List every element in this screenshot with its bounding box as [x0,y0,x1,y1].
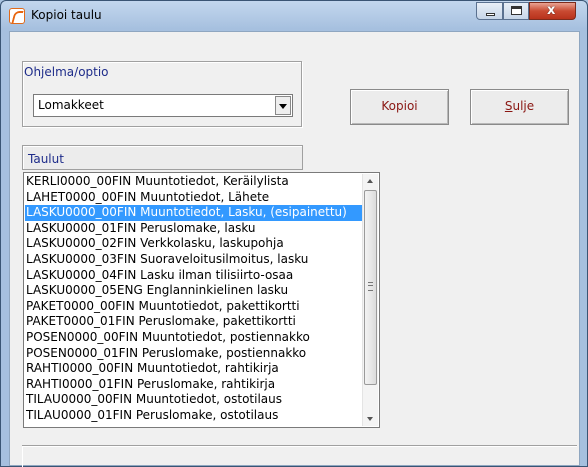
app-logo-icon [9,8,25,24]
close-button-label: ulje [512,99,535,113]
maximize-icon [511,6,522,15]
scroll-up-button[interactable] [363,174,378,189]
tables-list: KERLI0000_00FIN Muuntotiedot, Keräilylis… [25,174,363,424]
title-bar[interactable]: Kopioi taulu x [1,1,587,31]
copy-button[interactable]: Kopioi [350,89,449,125]
program-option-select[interactable]: Lomakkeet [33,94,293,117]
grip-icon [368,282,373,291]
close-icon: x [547,3,556,18]
list-item[interactable]: LASKU0000_02FIN Verkkolasku, laskupohja [25,236,363,252]
list-item[interactable]: KERLI0000_00FIN Muuntotiedot, Keräilylis… [25,174,363,190]
dropdown-button[interactable] [275,96,291,115]
list-item[interactable]: PAKET0000_00FIN Muuntotiedot, pakettikor… [25,299,363,315]
dialog-window: Kopioi taulu x Ohjelma/optio Lomakkeet K… [0,0,588,467]
window-title: Kopioi taulu [31,8,102,22]
close-button[interactable]: Sulje [470,89,569,125]
list-item[interactable]: RAHTI0000_00FIN Muuntotiedot, rahtikirja [25,361,363,377]
tables-listbox[interactable]: KERLI0000_00FIN Muuntotiedot, Keräilylis… [23,172,380,428]
maximize-button[interactable] [503,2,529,20]
list-item[interactable]: RAHTI0000_01FIN Peruslomake, rahtikirja [25,377,363,393]
vertical-scrollbar[interactable] [362,174,378,426]
status-bar [22,445,577,467]
tables-header: Taulut [22,145,303,170]
minimize-icon [486,13,495,16]
scroll-down-button[interactable] [363,411,378,426]
scroll-thumb[interactable] [364,190,377,385]
program-option-value: Lomakkeet [38,98,104,112]
list-item[interactable]: LASKU0000_03FIN Suoraveloitusilmoitus, l… [25,252,363,268]
arrow-up-icon [367,179,373,183]
close-window-button[interactable]: x [529,2,576,20]
list-item[interactable]: LASKU0000_00FIN Muuntotiedot, Lasku, (es… [25,205,363,221]
list-item[interactable]: LASKU0000_05ENG Englanninkielinen lasku [25,283,363,299]
list-item[interactable]: POSEN0000_01FIN Peruslomake, postiennakk… [25,346,363,362]
list-item[interactable]: LASKU0000_01FIN Peruslomake, lasku [25,221,363,237]
list-item[interactable]: PAKET0000_01FIN Peruslomake, pakettikort… [25,314,363,330]
arrow-down-icon [367,417,373,421]
list-item[interactable]: TILAU0000_01FIN Peruslomake, ostotilaus [25,408,363,424]
minimize-button[interactable] [476,2,503,20]
list-item[interactable]: LASKU0000_04FIN Lasku ilman tilisiirto-o… [25,268,363,284]
list-item[interactable]: TILAU0000_00FIN Muuntotiedot, ostotilaus [25,392,363,408]
dialog-client-area: Ohjelma/optio Lomakkeet Kopioi Sulje Tau… [9,31,580,466]
chevron-down-icon [279,104,287,109]
list-item[interactable]: POSEN0000_00FIN Muuntotiedot, postiennak… [25,330,363,346]
program-option-label: Ohjelma/optio [24,65,111,79]
tables-label: Taulut [28,152,64,166]
list-item[interactable]: LAHET0000_00FIN Muuntotiedot, Lähete [25,190,363,206]
